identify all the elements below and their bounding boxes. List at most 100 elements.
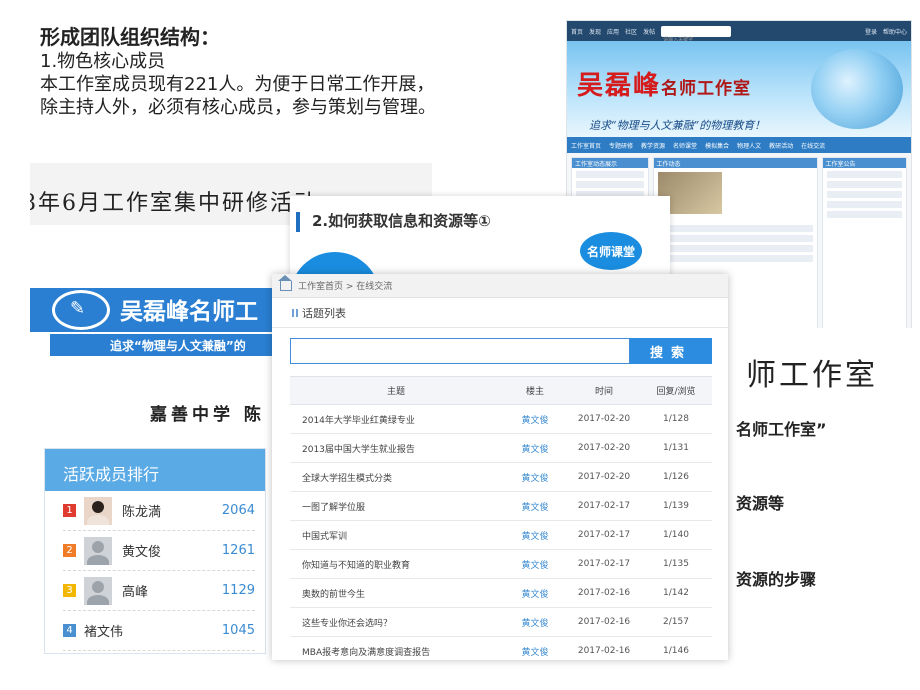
topic-owner[interactable]: 黄文俊 bbox=[502, 491, 568, 521]
topic-owner[interactable]: 黄文俊 bbox=[502, 520, 568, 550]
site-topbar-item[interactable]: 发帖 bbox=[643, 27, 655, 36]
avatar[interactable] bbox=[84, 536, 112, 565]
topic-owner[interactable]: 黄文俊 bbox=[502, 607, 568, 637]
topic-stats: 1/142 bbox=[640, 578, 712, 608]
home-icon[interactable] bbox=[278, 274, 292, 291]
logo-slogan: 追求“物理与人文兼融”的 bbox=[50, 334, 280, 356]
topic-owner[interactable]: 黄文俊 bbox=[502, 636, 568, 660]
column-header[interactable]: 回复/浏览 bbox=[640, 376, 712, 405]
topic-table: 主题 楼主 时间 回复/浏览 2014年大学毕业红黄绿专业 黄文俊 2017-0… bbox=[290, 376, 712, 660]
member-row[interactable]: 4 褚文伟 1045 bbox=[63, 611, 255, 651]
site-topbar-item[interactable]: 首页 bbox=[571, 27, 583, 36]
topic-stats: 1/131 bbox=[640, 433, 712, 463]
site-nav-item[interactable]: 教学资源 bbox=[641, 141, 665, 150]
topic-owner[interactable]: 黄文俊 bbox=[502, 549, 568, 579]
rank-badge: 1 bbox=[63, 504, 76, 517]
topic-stats: 1/140 bbox=[640, 520, 712, 550]
member-row[interactable]: 2 黄文俊 1261 bbox=[63, 531, 255, 571]
column-header[interactable]: 楼主 bbox=[502, 376, 568, 405]
globe-image bbox=[811, 49, 903, 129]
topic-time: 2017-02-17 bbox=[568, 520, 640, 550]
table-row[interactable]: 全球大学招生模式分类 黄文俊 2017-02-20 1/126 bbox=[290, 462, 712, 492]
topic-time: 2017-02-20 bbox=[568, 404, 640, 434]
site-topbar-item[interactable]: 社区 bbox=[625, 27, 637, 36]
slide-canvas: 形成团队组织结构： 1.物色核心成员 本工作室成员现有221人。为便于日常工作开… bbox=[0, 0, 920, 690]
search-input[interactable] bbox=[290, 338, 630, 364]
right-slide-line: 资源等 bbox=[736, 494, 785, 513]
member-row[interactable]: 1 陈龙満 2064 bbox=[63, 491, 255, 531]
member-name[interactable]: 高峰 bbox=[122, 581, 222, 600]
topic-subject[interactable]: 你知道与不知道的职业教育 bbox=[290, 549, 502, 579]
avatar[interactable] bbox=[84, 576, 112, 605]
topic-owner[interactable]: 黄文俊 bbox=[502, 578, 568, 608]
member-score: 1045 bbox=[221, 623, 255, 638]
topic-time: 2017-02-20 bbox=[568, 433, 640, 463]
topic-owner[interactable]: 黄文俊 bbox=[502, 433, 568, 463]
table-header-row: 主题 楼主 时间 回复/浏览 bbox=[290, 376, 712, 405]
right-bg-slide: 师工作室 名师工作室” 资源等 资源的步骤 bbox=[704, 328, 920, 690]
table-row[interactable]: 中国式军训 黄文俊 2017-02-17 1/140 bbox=[290, 520, 712, 550]
topic-owner[interactable]: 黄文俊 bbox=[502, 462, 568, 492]
topic-owner[interactable]: 黄文俊 bbox=[502, 404, 568, 434]
site-nav-item[interactable]: 名师课堂 bbox=[673, 141, 697, 150]
logo-band: ✎ 吴磊峰名师工 追求“物理与人文兼融”的 bbox=[30, 282, 280, 358]
active-members-panel: 活跃成员排行 1 陈龙満 2064 2 黄文俊 1261 3 高峰 1129 4… bbox=[44, 448, 266, 654]
topic-time: 2017-02-17 bbox=[568, 549, 640, 579]
topic-subject[interactable]: 中国式军训 bbox=[290, 520, 502, 550]
diagram-bubble: 名师课堂 bbox=[580, 232, 642, 270]
rank-badge: 4 bbox=[63, 624, 76, 637]
table-row[interactable]: 一图了解学位服 黄文俊 2017-02-17 1/139 bbox=[290, 491, 712, 521]
site-nav-item[interactable]: 教研活动 bbox=[769, 141, 793, 150]
slide-text-line: 除主持人外，必须有核心成员，参与策划与管理。 bbox=[40, 97, 436, 118]
site-search-input[interactable]: 请输入关键字 bbox=[661, 25, 732, 43]
table-row[interactable]: 这些专业你还会选吗？ 黄文俊 2017-02-16 2/157 bbox=[290, 607, 712, 637]
bg-slide-title: 8年6月工作室集中研修活动 bbox=[30, 191, 318, 216]
site-nav: 工作室首页 专题研修 教学资源 名师课堂 模拟集合 物理人文 教研活动 在线交流 bbox=[567, 137, 911, 153]
member-row[interactable]: 3 高峰 1129 bbox=[63, 571, 255, 611]
search-button[interactable]: 搜索 bbox=[630, 338, 712, 364]
topic-stats: 2/157 bbox=[640, 607, 712, 637]
topic-subject[interactable]: 一图了解学位服 bbox=[290, 491, 502, 521]
table-row[interactable]: 奥数的前世今生 黄文俊 2017-02-16 1/142 bbox=[290, 578, 712, 608]
member-score: 1129 bbox=[221, 583, 255, 598]
topic-subject[interactable]: 全球大学招生模式分类 bbox=[290, 462, 502, 492]
topic-time: 2017-02-16 bbox=[568, 607, 640, 637]
breadcrumb-text[interactable]: 工作室首页 > 在线交流 bbox=[298, 279, 392, 292]
topic-time: 2017-02-16 bbox=[568, 578, 640, 608]
topic-subject[interactable]: 2014年大学毕业红黄绿专业 bbox=[290, 404, 502, 434]
table-row[interactable]: 2013届中国大学生就业报告 黄文俊 2017-02-20 1/131 bbox=[290, 433, 712, 463]
column-header[interactable]: 时间 bbox=[568, 376, 640, 405]
member-name[interactable]: 黄文俊 bbox=[122, 541, 222, 560]
site-nav-item[interactable]: 专题研修 bbox=[609, 141, 633, 150]
site-nav-item[interactable]: 工作室首页 bbox=[571, 141, 601, 150]
topic-stats: 1/135 bbox=[640, 549, 712, 579]
topic-stats: 1/126 bbox=[640, 462, 712, 492]
site-nav-item[interactable]: 在线交流 bbox=[801, 141, 825, 150]
column-header[interactable]: 主题 bbox=[290, 376, 502, 405]
topic-subject[interactable]: 2013届中国大学生就业报告 bbox=[290, 433, 502, 463]
site-nav-item[interactable]: 模拟集合 bbox=[705, 141, 729, 150]
topic-subject[interactable]: 奥数的前世今生 bbox=[290, 578, 502, 608]
topic-stats: 1/146 bbox=[640, 636, 712, 660]
topic-time: 2017-02-17 bbox=[568, 491, 640, 521]
member-name[interactable]: 陈龙満 bbox=[122, 501, 222, 520]
table-row[interactable]: 你知道与不知道的职业教育 黄文俊 2017-02-17 1/135 bbox=[290, 549, 712, 579]
rank-badge: 3 bbox=[63, 584, 76, 597]
member-name[interactable]: 褚文伟 bbox=[84, 621, 222, 640]
site-topbar-item[interactable]: 应用 bbox=[607, 27, 619, 36]
slide-title: 形成团队组织结构： bbox=[40, 25, 220, 49]
avatar[interactable] bbox=[84, 496, 112, 525]
table-row[interactable]: MBA报考意向及满意度调查报告 黄文俊 2017-02-16 1/146 bbox=[290, 636, 712, 660]
site-login-link[interactable]: 登录 bbox=[865, 27, 877, 36]
topic-subject[interactable]: 这些专业你还会选吗？ bbox=[290, 607, 502, 637]
right-slide-line: 名师工作室” bbox=[736, 420, 827, 439]
site-nav-item[interactable]: 物理人文 bbox=[737, 141, 761, 150]
table-row[interactable]: 2014年大学毕业红黄绿专业 黄文俊 2017-02-20 1/128 bbox=[290, 404, 712, 434]
topic-subject[interactable]: MBA报考意向及满意度调查报告 bbox=[290, 636, 502, 660]
pen-icon: ✎ bbox=[70, 298, 86, 319]
site-help-link[interactable]: 帮助中心 bbox=[883, 27, 907, 36]
topic-time: 2017-02-16 bbox=[568, 636, 640, 660]
school-name: 嘉善中学 陈 bbox=[150, 405, 265, 425]
site-topbar-item[interactable]: 发现 bbox=[589, 27, 601, 36]
right-slide-line: 资源的步骤 bbox=[736, 570, 817, 589]
